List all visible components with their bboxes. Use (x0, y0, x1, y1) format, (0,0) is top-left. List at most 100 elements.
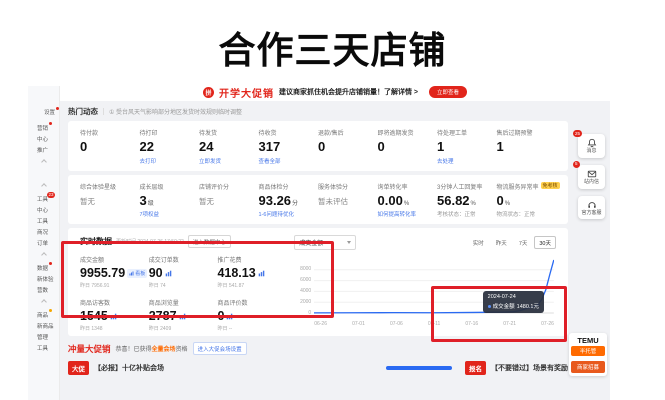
series-dot-icon (488, 305, 491, 308)
sidebar-item-tools2[interactable]: 工具 (28, 215, 59, 226)
metric-reviews: 商品评价数 0 昨日 -- (217, 298, 286, 332)
tab-yesterday[interactable]: 昨天 (491, 236, 512, 249)
stat-refund: 退款/售后 0 (318, 128, 378, 165)
line-chart: 8000 6000 4000 2000 0 (294, 255, 556, 327)
banner-cta-button[interactable]: 立即查看 (429, 86, 467, 98)
sidebar-item-orders[interactable]: 订单 (28, 237, 59, 248)
temu-widget: TEMU 半托管 商家招募 (569, 333, 607, 376)
promo-badge-signup: 报名 (465, 361, 486, 375)
y-tick: 6000 (294, 277, 311, 283)
chart-icon[interactable] (258, 270, 265, 277)
stat-pending-receive: 待收货 317 查看全部 (259, 128, 319, 165)
chevron-up-icon[interactable] (41, 299, 47, 305)
chevron-up-icon[interactable] (41, 252, 47, 258)
chart-icon[interactable] (179, 313, 186, 320)
metric-gmv: 成交金额 9955.79 看板 昨日 7956.91 (80, 255, 149, 289)
hot-news-bar: 热门动态 ① 受台风天气影响部分地区发货时效规则临时调整 (68, 106, 568, 117)
chart-icon[interactable] (226, 313, 233, 320)
trend-board-button[interactable]: 看板 (127, 269, 147, 278)
metric-select-dropdown[interactable]: 成交金额 (294, 235, 356, 250)
stat-star-level: 综合体验星级 暂无 (80, 182, 140, 219)
sidebar-settings[interactable]: 设置 (28, 108, 59, 116)
tab-30days[interactable]: 30天 (534, 236, 556, 249)
temu-tag: 半托管 (571, 346, 605, 356)
messages-badge: 25 (573, 130, 582, 137)
stat-logistics-rate: 物流服务异常率免考核 0% 物流状态：正常 (497, 182, 557, 219)
exempt-badge: 免考核 (541, 182, 560, 189)
metric-ad-spend: 推广花费 418.13 昨日 541.87 (217, 255, 286, 289)
banner-highlight: 开学大促销 (219, 86, 274, 100)
rights-link[interactable]: 7项权益 (140, 210, 200, 218)
tab-realtime[interactable]: 实时 (468, 236, 489, 249)
chart-icon[interactable] (110, 313, 117, 320)
chevron-up-icon[interactable] (41, 183, 47, 189)
banner-text: 建议商家抓住机会提升店铺销量！了解详情 > (279, 87, 418, 97)
bell-icon (579, 138, 604, 148)
dashboard-main: 拼 开学大促销 建议商家抓住机会提升店铺销量！了解详情 > 立即查看 热门动态 … (60, 86, 610, 375)
realtime-data-card: 实时数据 更新时间 2024-07-26 17:50:22 进入数据中心 成交金… (68, 228, 568, 336)
inbox-button[interactable]: 5 站内信 (578, 165, 605, 189)
go-print-link[interactable]: 去打印 (140, 157, 200, 165)
realtime-title: 实时数据 (80, 236, 112, 247)
sidebar-item-center[interactable]: 中心 (28, 133, 59, 144)
merchant-recruit-button[interactable]: 商家招募 (571, 361, 605, 373)
sidebar-item-promotion[interactable]: 推广 (28, 144, 59, 155)
chart-icon[interactable] (165, 270, 172, 277)
chevron-down-icon (347, 241, 351, 244)
divider (103, 108, 104, 115)
promo-item-text[interactable]: 【不要错过】场景有奖励 (491, 363, 568, 373)
sidebar-settings-label: 设置 (44, 110, 55, 116)
stat-reply-rate: 3分钟人工回复率 56.82% 考核状态：正常 (437, 182, 497, 219)
ship-now-link[interactable]: 立即发货 (199, 157, 259, 165)
y-tick: 2000 (294, 299, 311, 305)
progress-bar (386, 366, 452, 370)
stat-aftersale-warning: 售后过期预警 1 (497, 128, 557, 165)
sidebar-item-marketing[interactable]: 营销 (28, 122, 59, 133)
range-tabs: 实时 昨天 7天 30天 (468, 236, 556, 249)
promo-item-text[interactable]: 【必报】十亿补贴会场 (94, 363, 164, 373)
stat-goods-health: 商品体检分 93.26分 1-6问题待优化 (259, 182, 319, 219)
sidebar-item-new-goods[interactable]: 新商品 (28, 320, 59, 331)
orders-stats-card: 待付款 0 待打印 22 去打印 待发货 24 立即发货 待收货 317 (68, 121, 568, 171)
notification-dot-icon (49, 262, 52, 265)
metric-visitors: 商品访客数 1545 昨日 1348 (80, 298, 149, 332)
go-handle-link[interactable]: 去处理 (437, 157, 497, 165)
sidebar-item-analytics[interactable]: 营数 (28, 284, 59, 295)
sidebar-item-tools[interactable]: 工具23 (28, 193, 59, 204)
view-all-link[interactable]: 查看全部 (259, 157, 319, 165)
stat-pending-ship: 待发货 24 立即发货 (199, 128, 259, 165)
hot-news-text[interactable]: ① 受台风天气影响部分地区发货时效规则临时调整 (109, 107, 242, 116)
stat-shop-rating: 店铺评价分 暂无 (199, 182, 259, 219)
optimize-link[interactable]: 1-6问题待优化 (259, 210, 319, 218)
y-tick: 8000 (294, 266, 311, 272)
sidebar-item-center2[interactable]: 中心 (28, 204, 59, 215)
notification-dot-icon (49, 309, 52, 312)
sidebar-item-new-experience[interactable]: 新体验 (28, 273, 59, 284)
tab-7days[interactable]: 7天 (514, 236, 533, 249)
realtime-metrics-panel: 实时数据 更新时间 2024-07-26 17:50:22 进入数据中心 成交金… (80, 235, 294, 330)
y-tick: 0 (294, 310, 311, 316)
improve-link[interactable]: 如何提高转化率 (378, 210, 438, 218)
data-center-button[interactable]: 进入数据中心 (188, 235, 231, 248)
promo-section: 冲量大促销 恭喜！已获得全量会场资格 进入大促会场设置 大促 【必报】十亿补贴会… (68, 342, 568, 375)
sidebar-item-tools3[interactable]: 工具 (28, 342, 59, 353)
update-time: 更新时间 2024-07-26 17:50:22 (116, 238, 184, 245)
metric-orders: 成交订单数 90 昨日 74 (149, 255, 218, 289)
y-tick: 4000 (294, 288, 311, 294)
chevron-up-icon[interactable] (41, 159, 47, 165)
official-support-button[interactable]: 官方客服 (578, 196, 605, 220)
temu-brand: TEMU (571, 336, 605, 345)
headset-icon (579, 200, 604, 210)
sidebar-item-data[interactable]: 数据 (28, 262, 59, 273)
sidebar-item-manage[interactable]: 管理 (28, 331, 59, 342)
hot-news-title: 热门动态 (68, 106, 98, 117)
stat-overdue-ship: 即将逾期发货 0 (378, 128, 438, 165)
promo-setup-button[interactable]: 进入大促会场设置 (193, 342, 247, 355)
sidebar-item-goods[interactable]: 商品 (28, 309, 59, 320)
temu-card: TEMU 半托管 商家招募 (569, 333, 607, 376)
metric-pageviews: 商品浏览量 2787 昨日 2409 (149, 298, 218, 332)
messages-button[interactable]: 25 消息 (578, 134, 605, 158)
sidebar-item-business[interactable]: 商况 (28, 226, 59, 237)
inbox-badge: 5 (573, 161, 580, 168)
promo-badge-dacu: 大促 (68, 361, 89, 375)
